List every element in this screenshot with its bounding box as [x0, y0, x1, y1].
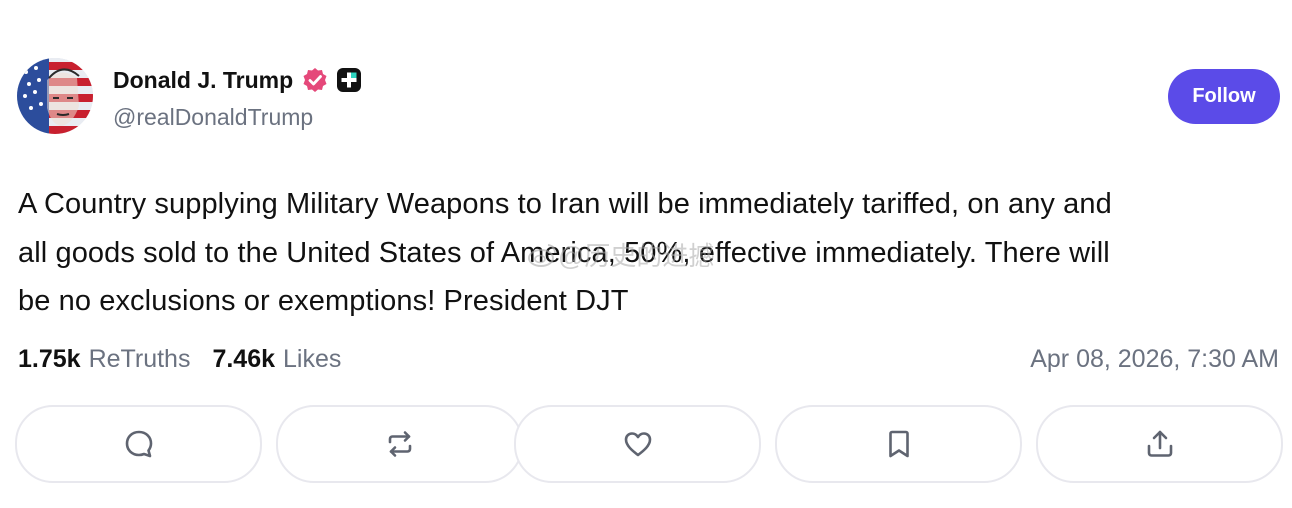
avatar[interactable] [17, 58, 93, 134]
post-timestamp[interactable]: Apr 08, 2026, 7:30 AM [1030, 340, 1279, 378]
share-upload-icon [1147, 430, 1172, 457]
watermark-text: @历史的进撼 [558, 241, 715, 271]
like-button[interactable] [514, 405, 761, 483]
bookmark-icon [888, 430, 909, 458]
retruth-button[interactable] [276, 405, 523, 483]
likes-count[interactable]: 7.46k [212, 345, 275, 374]
likes-label[interactable]: Likes [283, 345, 341, 374]
retruths-count[interactable]: 1.75k [18, 345, 81, 374]
author-display-name-row: Donald J. Trump [113, 64, 362, 96]
share-button[interactable] [1036, 405, 1283, 483]
follow-button[interactable]: Follow [1168, 69, 1280, 124]
bookmark-button[interactable] [775, 405, 1022, 483]
reply-button[interactable] [15, 405, 262, 483]
retruths-label[interactable]: ReTruths [89, 345, 191, 374]
author-display-name[interactable]: Donald J. Trump [113, 67, 293, 94]
avatar-flag-portrait-icon [17, 58, 93, 134]
verified-badge-icon [302, 67, 328, 93]
repost-arrows-icon [388, 431, 411, 457]
watermark: @历史的进撼 [528, 236, 714, 273]
plus-badge-icon [336, 67, 362, 93]
weibo-logo-icon [528, 243, 556, 267]
comment-bubble-icon [125, 430, 152, 458]
post-stats: 1.75k ReTruths 7.46k Likes [18, 340, 341, 378]
action-bar [15, 405, 1283, 483]
heart-icon [624, 432, 651, 457]
author-handle[interactable]: @realDonaldTrump [113, 104, 313, 131]
